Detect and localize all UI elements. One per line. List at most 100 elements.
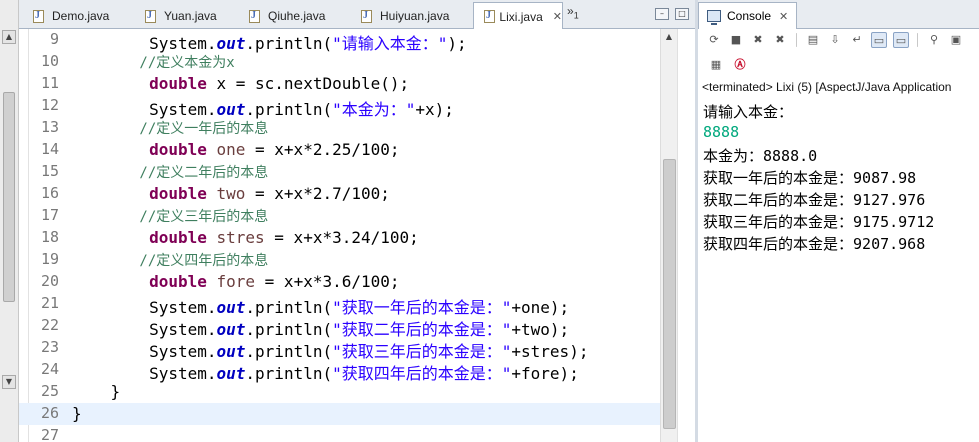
code-line[interactable]: 13 //定义一年后的本息 xyxy=(19,117,660,139)
line-number: 24 xyxy=(40,360,59,378)
code-token: two xyxy=(206,184,246,203)
scroll-thumb[interactable] xyxy=(663,159,676,429)
code-token: fore xyxy=(206,272,256,291)
line-number: 27 xyxy=(40,426,59,442)
code-line[interactable]: 22 System.out.println("获取二年后的本金是："+two); xyxy=(19,315,660,339)
tab-yuan-java[interactable]: J Yuan.java xyxy=(135,3,239,29)
console-tab-label: Console xyxy=(727,9,772,23)
console-output-line: 本金为：8888.0 xyxy=(703,147,818,165)
code-token: } xyxy=(72,382,121,401)
code-line[interactable]: 9 System.out.println("请输入本金："); xyxy=(19,29,660,53)
console-process-label: <terminated> Lixi (5) [AspectJ/Java Appl… xyxy=(702,80,952,94)
code-token: //定义四年后的本息 xyxy=(72,253,269,269)
remove-all-terminated-icon[interactable]: ✖ xyxy=(772,32,788,48)
code-line[interactable]: 14 double one = x+x*2.25/100; xyxy=(19,139,660,161)
tab-qiuhe-java[interactable]: J Qiuhe.java xyxy=(239,3,351,29)
tab-lixi-java[interactable]: J Lixi.java ✕ xyxy=(473,2,563,30)
show-on-output-icon[interactable]: ▭ xyxy=(871,32,887,48)
code-token: stres xyxy=(206,228,265,247)
line-number: 17 xyxy=(40,206,59,224)
tab-console[interactable]: Console ✕ xyxy=(698,2,798,29)
toolbar-separator xyxy=(917,33,918,47)
code-line[interactable]: 20 double fore = x+x*3.6/100; xyxy=(19,271,660,293)
pin-console-icon[interactable]: ⚲ xyxy=(926,32,942,48)
scroll-thumb[interactable] xyxy=(3,92,15,302)
code-token: double xyxy=(72,184,207,203)
code-token: = x+x*3.24/100; xyxy=(264,228,419,247)
code-line[interactable]: 26} xyxy=(19,403,660,425)
line-number: 15 xyxy=(40,162,59,180)
console-monitor-icon xyxy=(707,10,721,25)
code-editor[interactable]: 9 System.out.println("请输入本金："); 10 //定义本金… xyxy=(19,29,660,442)
close-tab-icon[interactable]: ✕ xyxy=(779,10,788,23)
remove-launch-icon[interactable]: ✖ xyxy=(750,32,766,48)
line-number: 9 xyxy=(49,30,59,48)
maximize-icon[interactable]: □ xyxy=(675,8,689,20)
code-text: double two = x+x*2.7/100; xyxy=(72,184,390,203)
code-text: //定义一年后的本息 xyxy=(72,118,268,138)
console-output-line: 获取三年后的本金是：9175.9712 xyxy=(703,213,935,231)
word-wrap-icon[interactable]: ↵ xyxy=(849,32,865,48)
line-number: 13 xyxy=(40,118,59,136)
console-input-line: 8888 xyxy=(703,123,740,141)
code-token: //定义三年后的本息 xyxy=(72,209,269,225)
console-output[interactable]: 请输入本金： 8888 本金为：8888.0 获取一年后的本金是：9087.98 获取二… xyxy=(703,101,934,255)
console-output-line: 获取一年后的本金是：9087.98 xyxy=(703,169,917,187)
code-token: one xyxy=(206,140,246,159)
editor-tab-bar: J Demo.java J Yuan.java J Qiuhe.java J H… xyxy=(19,0,695,30)
line-number: 11 xyxy=(40,74,59,92)
line-number: 10 xyxy=(40,52,59,70)
close-tab-icon[interactable]: ✕ xyxy=(553,10,562,23)
clear-console-icon[interactable]: ▤ xyxy=(805,32,821,48)
code-line[interactable]: 11 double x = sc.nextDouble(); xyxy=(19,73,660,95)
outer-scrollbar[interactable]: ▲ ▼ xyxy=(0,0,19,442)
tab-demo-java[interactable]: J Demo.java xyxy=(23,3,135,29)
code-line[interactable]: 21 System.out.println("获取一年后的本金是："+one); xyxy=(19,293,660,317)
line-number: 16 xyxy=(40,184,59,202)
code-line[interactable]: 18 double stres = x+x*3.24/100; xyxy=(19,227,660,249)
scroll-up-arrow-icon[interactable]: ▲ xyxy=(663,32,675,44)
line-number: 26 xyxy=(40,404,59,422)
line-number: 22 xyxy=(40,316,59,334)
line-number: 14 xyxy=(40,140,59,158)
java-file-icon: J xyxy=(248,9,262,24)
scroll-up-arrow-icon[interactable]: ▲ xyxy=(2,30,16,44)
editor-window-controls: – □ xyxy=(655,8,689,20)
relaunch-icon[interactable]: ⟳ xyxy=(706,32,722,48)
code-line[interactable]: 24 System.out.println("获取四年后的本金是："+fore)… xyxy=(19,359,660,383)
tab-overflow-button[interactable]: »1 xyxy=(567,4,579,20)
code-line[interactable]: 25 } xyxy=(19,381,660,403)
display-console-icon[interactable]: ▣ xyxy=(948,32,964,48)
line-number: 21 xyxy=(40,294,59,312)
code-line[interactable]: 15 //定义二年后的本息 xyxy=(19,161,660,183)
editor-vertical-scrollbar[interactable]: ▲ xyxy=(660,29,677,442)
java-file-icon: J xyxy=(360,9,374,24)
java-file-icon: J xyxy=(483,9,495,24)
code-line[interactable]: 19 //定义四年后的本息 xyxy=(19,249,660,271)
console-output-line: 获取四年后的本金是：9207.968 xyxy=(703,235,926,253)
code-token: double xyxy=(72,74,207,93)
code-token: double xyxy=(72,140,207,159)
code-line[interactable]: 10 //定义本金为x xyxy=(19,51,660,73)
code-line[interactable]: 17 //定义三年后的本息 xyxy=(19,205,660,227)
tab-label: Demo.java xyxy=(52,9,110,23)
tab-huiyuan-java[interactable]: J Huiyuan.java xyxy=(351,3,473,29)
java-file-icon: J xyxy=(144,9,158,24)
code-line[interactable]: 16 double two = x+x*2.7/100; xyxy=(19,183,660,205)
terminate-icon[interactable]: ■ xyxy=(728,32,744,48)
code-line[interactable]: 12 System.out.println("本金为："+x); xyxy=(19,95,660,119)
scroll-lock-icon[interactable]: ⇩ xyxy=(827,32,843,48)
code-line[interactable]: 27 xyxy=(19,425,660,442)
scroll-down-arrow-icon[interactable]: ▼ xyxy=(2,375,16,389)
minimize-icon[interactable]: – xyxy=(655,8,669,20)
code-line[interactable]: 23 System.out.println("获取三年后的本金是："+stres… xyxy=(19,337,660,361)
show-on-error-icon[interactable]: ▭ xyxy=(893,32,909,48)
code-token: //定义一年后的本息 xyxy=(72,121,269,137)
code-token: = x+x*2.25/100; xyxy=(245,140,400,159)
line-number: 23 xyxy=(40,338,59,356)
code-token: } xyxy=(72,404,82,423)
open-console-icon[interactable]: ▦ xyxy=(708,57,724,73)
code-text: double fore = x+x*3.6/100; xyxy=(72,272,399,291)
line-number: 12 xyxy=(40,96,59,114)
aspectj-icon[interactable]: Ⓐ xyxy=(732,57,748,73)
